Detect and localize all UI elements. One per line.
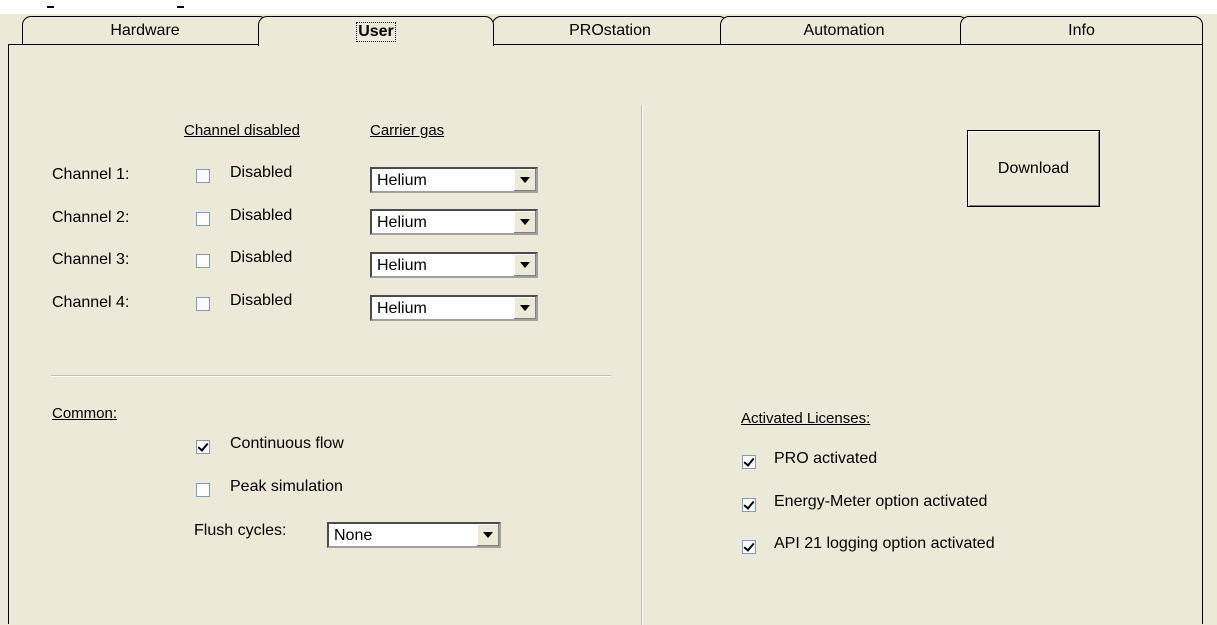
license-energy-meter-label: Energy-Meter option activated [774,493,988,510]
tab-info[interactable]: Info [960,16,1203,44]
header-carrier-gas: Carrier gas [370,122,445,139]
license-pro-label: PRO activated [774,450,878,467]
chevron-down-icon[interactable] [513,254,536,276]
chevron-down-icon[interactable] [476,524,499,546]
horizontal-divider [51,375,611,377]
license-api21-checkbox[interactable] [742,540,756,554]
common-title: Common: [52,405,118,422]
channel-3-checkbox-label: Disabled [230,249,293,266]
chevron-down-icon[interactable] [513,169,536,191]
download-button[interactable]: Download [967,130,1100,207]
continuous-flow-checkbox[interactable] [196,440,210,454]
select-value: Helium [377,300,427,317]
channel-2-label: Channel 2: [52,209,130,226]
license-api21-label: API 21 logging option activated [774,535,995,552]
flush-cycles-select[interactable]: None [327,522,501,548]
flush-cycles-label: Flush cycles: [194,522,287,539]
top-strip [0,0,1217,14]
channel-1-checkbox-label: Disabled [230,164,293,181]
chevron-down-icon[interactable] [513,211,536,233]
channel-4-label: Channel 4: [52,294,130,311]
channel-2-gas-select[interactable]: Helium [370,209,538,235]
tab-hardware[interactable]: Hardware [22,16,268,44]
active-tab-gap [259,43,493,46]
dash-mark [47,6,54,8]
channel-1-disabled-checkbox[interactable] [196,169,210,183]
peak-simulation-label: Peak simulation [230,478,343,495]
tab-automation[interactable]: Automation [720,16,968,44]
channel-3-label: Channel 3: [52,251,130,268]
channel-4-gas-select[interactable]: Helium [370,295,538,321]
vertical-divider [641,105,643,625]
tab-user[interactable]: User [258,16,494,46]
select-value: Helium [377,214,427,231]
channel-2-disabled-checkbox[interactable] [196,212,210,226]
continuous-flow-label: Continuous flow [230,435,344,452]
tab-label: PROstation [569,21,651,39]
tab-panel: Channel disabled Carrier gas Channel 1: … [8,44,1203,625]
dash-mark [177,6,184,8]
channel-4-checkbox-label: Disabled [230,292,293,309]
chevron-down-icon[interactable] [513,297,536,319]
select-value: Helium [377,257,427,274]
tab-label: Hardware [110,21,180,39]
channel-1-gas-select[interactable]: Helium [370,167,538,193]
channel-1-label: Channel 1: [52,166,130,183]
select-value: None [334,527,373,544]
tab-label: Info [1068,21,1095,39]
channel-4-disabled-checkbox[interactable] [196,297,210,311]
header-channel-disabled: Channel disabled [184,122,300,139]
tab-prostation[interactable]: PROstation [492,16,728,44]
peak-simulation-checkbox[interactable] [196,483,210,497]
tab-label: User [356,21,396,42]
license-pro-checkbox[interactable] [742,455,756,469]
channel-3-gas-select[interactable]: Helium [370,252,538,278]
license-energy-meter-checkbox[interactable] [742,498,756,512]
tab-label: Automation [803,21,885,39]
licenses-title: Activated Licenses: [741,410,871,427]
channel-3-disabled-checkbox[interactable] [196,254,210,268]
select-value: Helium [377,172,427,189]
channel-2-checkbox-label: Disabled [230,207,293,224]
